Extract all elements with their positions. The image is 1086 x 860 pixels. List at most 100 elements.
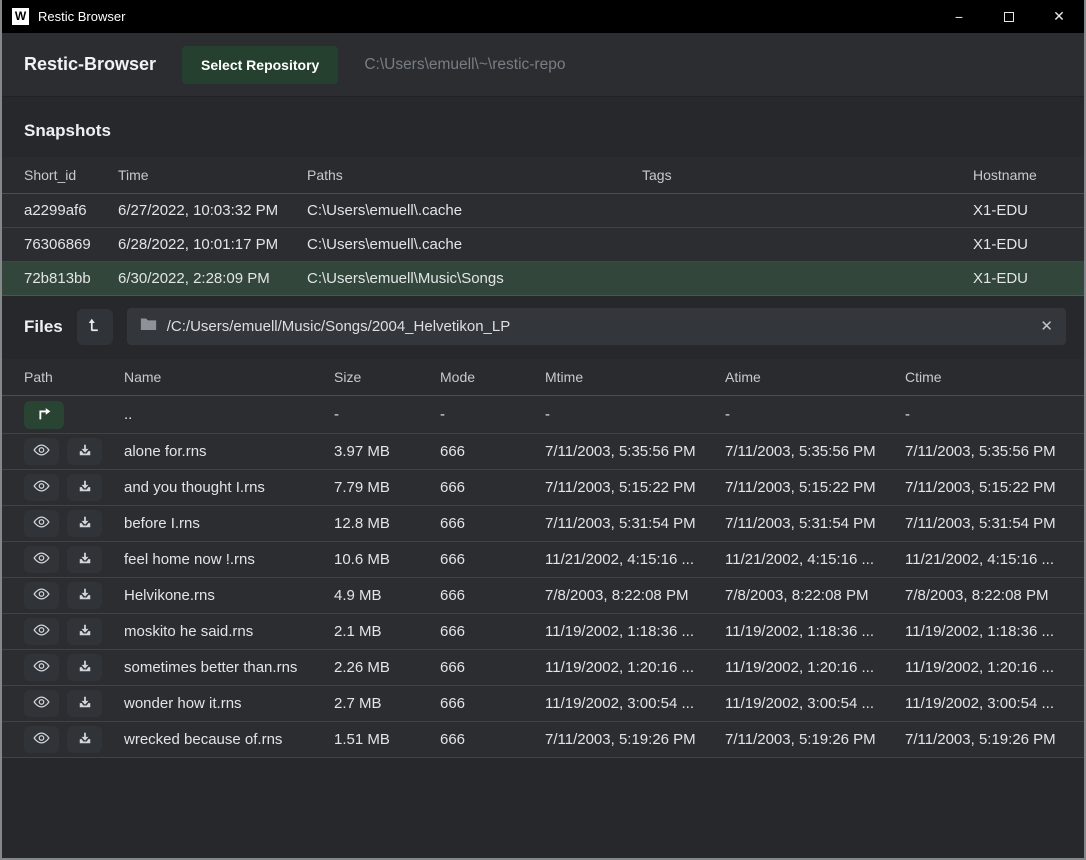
column-header-path[interactable]: Path bbox=[24, 369, 124, 385]
download-button[interactable] bbox=[67, 438, 102, 465]
file-ctime: 11/19/2002, 1:20:16 ... bbox=[905, 659, 1066, 676]
file-mtime: 11/21/2002, 4:15:16 ... bbox=[545, 551, 725, 568]
preview-button[interactable] bbox=[24, 582, 59, 609]
column-header-time[interactable]: Time bbox=[118, 167, 307, 183]
eye-icon bbox=[33, 731, 50, 748]
file-atime: - bbox=[725, 406, 905, 423]
column-header-atime[interactable]: Atime bbox=[725, 369, 905, 385]
column-header-short-id[interactable]: Short_id bbox=[24, 167, 118, 183]
file-mtime: 7/11/2003, 5:35:56 PM bbox=[545, 443, 725, 460]
snapshot-paths: C:\Users\emuell\.cache bbox=[307, 236, 642, 253]
eye-icon bbox=[33, 479, 50, 496]
file-atime: 11/21/2002, 4:15:16 ... bbox=[725, 551, 905, 568]
file-size: 2.7 MB bbox=[334, 695, 440, 712]
download-icon bbox=[78, 551, 92, 568]
download-button[interactable] bbox=[67, 474, 102, 501]
file-atime: 7/11/2003, 5:35:56 PM bbox=[725, 443, 905, 460]
file-path-field[interactable]: /C:/Users/emuell/Music/Songs/2004_Helvet… bbox=[127, 308, 1066, 345]
download-icon bbox=[78, 623, 92, 640]
snapshot-time: 6/28/2022, 10:01:17 PM bbox=[118, 236, 307, 253]
files-table: alone for.rns 3.97 MB 666 7/11/2003, 5:3… bbox=[2, 434, 1084, 758]
column-header-size[interactable]: Size bbox=[334, 369, 440, 385]
window-title: Restic Browser bbox=[38, 9, 934, 24]
file-atime: 7/11/2003, 5:31:54 PM bbox=[725, 515, 905, 532]
file-name: before I.rns bbox=[124, 515, 334, 532]
file-ctime: 7/11/2003, 5:19:26 PM bbox=[905, 731, 1066, 748]
minimize-button[interactable]: − bbox=[934, 0, 984, 33]
file-ctime: 11/19/2002, 3:00:54 ... bbox=[905, 695, 1066, 712]
download-button[interactable] bbox=[67, 690, 102, 717]
preview-button[interactable] bbox=[24, 690, 59, 717]
preview-button[interactable] bbox=[24, 438, 59, 465]
column-header-ctime[interactable]: Ctime bbox=[905, 369, 1066, 385]
preview-button[interactable] bbox=[24, 546, 59, 573]
column-header-hostname[interactable]: Hostname bbox=[973, 167, 1066, 183]
maximize-button[interactable] bbox=[984, 0, 1034, 33]
files-heading: Files bbox=[24, 317, 63, 337]
download-button[interactable] bbox=[67, 726, 102, 753]
download-icon bbox=[78, 731, 92, 748]
preview-button[interactable] bbox=[24, 726, 59, 753]
file-atime: 7/8/2003, 8:22:08 PM bbox=[725, 587, 905, 604]
goto-root-button[interactable] bbox=[77, 309, 113, 345]
file-ctime: 7/11/2003, 5:31:54 PM bbox=[905, 515, 1066, 532]
column-header-name[interactable]: Name bbox=[124, 369, 334, 385]
file-name: wonder how it.rns bbox=[124, 695, 334, 712]
column-header-tags[interactable]: Tags bbox=[642, 167, 973, 183]
file-name: moskito he said.rns bbox=[124, 623, 334, 640]
file-atime: 11/19/2002, 1:20:16 ... bbox=[725, 659, 905, 676]
file-atime: 7/11/2003, 5:19:26 PM bbox=[725, 731, 905, 748]
download-icon bbox=[78, 479, 92, 496]
download-button[interactable] bbox=[67, 582, 102, 609]
file-mode: 666 bbox=[440, 587, 545, 604]
file-row: moskito he said.rns 2.1 MB 666 11/19/200… bbox=[2, 614, 1084, 650]
parent-arrow-icon bbox=[36, 406, 53, 424]
file-ctime: 7/11/2003, 5:35:56 PM bbox=[905, 443, 1066, 460]
snapshots-table: a2299af6 6/27/2022, 10:03:32 PM C:\Users… bbox=[2, 194, 1084, 296]
file-size: 2.1 MB bbox=[334, 623, 440, 640]
clear-path-icon[interactable]: ✕ bbox=[1040, 319, 1053, 334]
file-mode: 666 bbox=[440, 479, 545, 496]
column-header-mode[interactable]: Mode bbox=[440, 369, 545, 385]
go-parent-button[interactable] bbox=[24, 401, 64, 429]
download-icon bbox=[78, 659, 92, 676]
download-button[interactable] bbox=[67, 654, 102, 681]
close-icon: ✕ bbox=[1053, 8, 1065, 25]
file-atime: 11/19/2002, 3:00:54 ... bbox=[725, 695, 905, 712]
file-mtime: 7/11/2003, 5:15:22 PM bbox=[545, 479, 725, 496]
file-mode: - bbox=[440, 406, 545, 423]
close-button[interactable]: ✕ bbox=[1034, 0, 1084, 33]
repository-path: C:\Users\emuell\~\restic-repo bbox=[364, 56, 565, 74]
file-row: before I.rns 12.8 MB 666 7/11/2003, 5:31… bbox=[2, 506, 1084, 542]
file-ctime: 7/8/2003, 8:22:08 PM bbox=[905, 587, 1066, 604]
preview-button[interactable] bbox=[24, 510, 59, 537]
file-ctime: 11/21/2002, 4:15:16 ... bbox=[905, 551, 1066, 568]
snapshot-row[interactable]: a2299af6 6/27/2022, 10:03:32 PM C:\Users… bbox=[2, 194, 1084, 228]
preview-button[interactable] bbox=[24, 474, 59, 501]
preview-button[interactable] bbox=[24, 654, 59, 681]
snapshot-row[interactable]: 76306869 6/28/2022, 10:01:17 PM C:\Users… bbox=[2, 228, 1084, 262]
file-row: Helvikone.rns 4.9 MB 666 7/8/2003, 8:22:… bbox=[2, 578, 1084, 614]
eye-icon bbox=[33, 587, 50, 604]
column-header-mtime[interactable]: Mtime bbox=[545, 369, 725, 385]
download-button[interactable] bbox=[67, 546, 102, 573]
minimize-icon: − bbox=[955, 9, 963, 25]
files-bar: Files /C:/Users/emuell/Music/Songs/2004_… bbox=[2, 296, 1084, 359]
file-atime: 7/11/2003, 5:15:22 PM bbox=[725, 479, 905, 496]
download-icon bbox=[78, 443, 92, 460]
file-size: - bbox=[334, 406, 440, 423]
folder-icon bbox=[140, 317, 157, 336]
preview-button[interactable] bbox=[24, 618, 59, 645]
file-row: alone for.rns 3.97 MB 666 7/11/2003, 5:3… bbox=[2, 434, 1084, 470]
snapshot-row[interactable]: 72b813bb 6/30/2022, 2:28:09 PM C:\Users\… bbox=[2, 262, 1084, 296]
file-mtime: - bbox=[545, 406, 725, 423]
download-button[interactable] bbox=[67, 618, 102, 645]
window-controls: − ✕ bbox=[934, 0, 1084, 33]
app-header: Restic-Browser Select Repository C:\User… bbox=[2, 33, 1084, 97]
download-button[interactable] bbox=[67, 510, 102, 537]
file-size: 7.79 MB bbox=[334, 479, 440, 496]
select-repository-button[interactable]: Select Repository bbox=[182, 46, 338, 84]
snapshot-paths: C:\Users\emuell\.cache bbox=[307, 202, 642, 219]
download-icon bbox=[78, 515, 92, 532]
column-header-paths[interactable]: Paths bbox=[307, 167, 642, 183]
